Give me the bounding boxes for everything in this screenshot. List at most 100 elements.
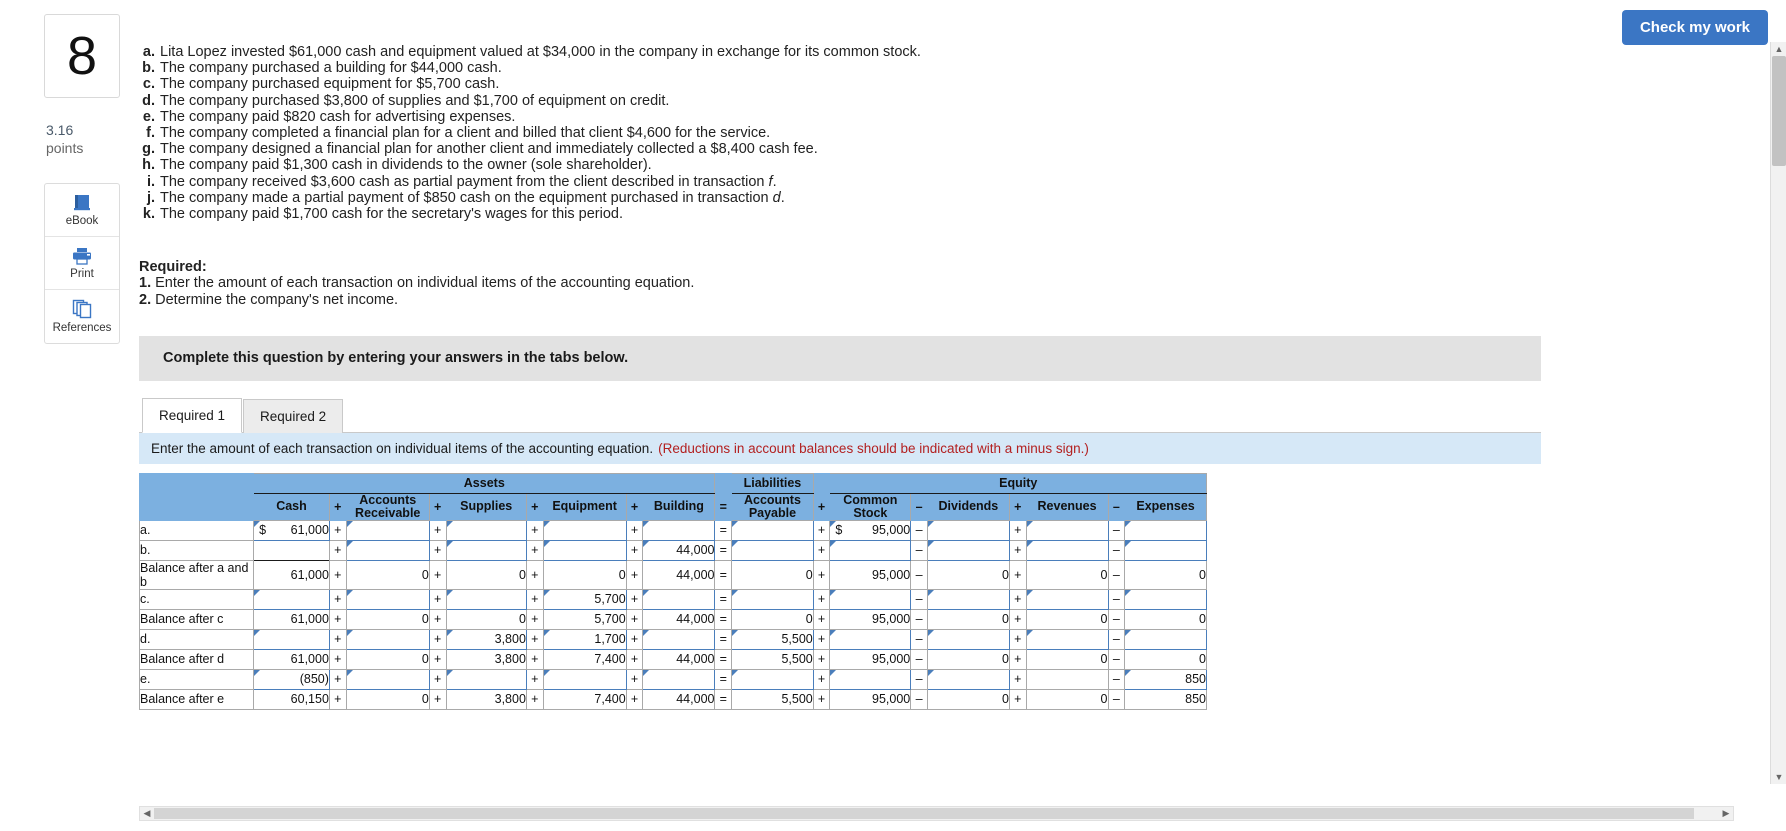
tool-print[interactable]: Print bbox=[45, 237, 119, 290]
points-block: 3.16 points bbox=[44, 122, 120, 157]
cell-input[interactable] bbox=[926, 668, 1010, 690]
transaction-text: The company paid $820 cash for advertisi… bbox=[160, 108, 516, 125]
operator-cell: + bbox=[428, 608, 447, 630]
transaction-text: The company received $3,600 cash as part… bbox=[160, 173, 777, 190]
tab-required-2[interactable]: Required 2 bbox=[243, 398, 344, 433]
cell-input[interactable] bbox=[1025, 539, 1109, 561]
transaction-list: a. Lita Lopez invested $61,000 cash and e… bbox=[139, 44, 1541, 222]
scroll-down-icon[interactable]: ▼ bbox=[1771, 770, 1786, 784]
transaction-text: The company purchased equipment for $5,7… bbox=[160, 76, 500, 93]
cell-input[interactable] bbox=[1124, 628, 1207, 650]
cell-input[interactable] bbox=[253, 628, 330, 650]
cell-input[interactable] bbox=[445, 668, 527, 690]
operator-cell: + bbox=[1008, 648, 1027, 670]
cell-input[interactable] bbox=[642, 519, 716, 541]
check-my-work-button[interactable]: Check my work bbox=[1621, 10, 1768, 45]
cell-input[interactable]: 3,800 bbox=[445, 628, 527, 650]
cell-input[interactable] bbox=[642, 588, 716, 610]
cell-input[interactable] bbox=[345, 519, 430, 541]
operator-cell: + bbox=[1008, 559, 1027, 590]
operator-cell: = bbox=[714, 648, 733, 670]
cell-input[interactable] bbox=[542, 519, 627, 541]
cell-input[interactable] bbox=[1124, 539, 1207, 561]
cell-input[interactable] bbox=[345, 628, 430, 650]
cell-input[interactable] bbox=[345, 539, 430, 561]
tab-required-1[interactable]: Required 1 bbox=[142, 397, 243, 433]
table-row: b. + + + +44,000 = + – + – bbox=[138, 539, 1207, 561]
cell-input[interactable] bbox=[731, 668, 814, 690]
cell-input[interactable] bbox=[731, 519, 814, 541]
cell-input[interactable]: 5,500 bbox=[731, 628, 814, 650]
requirement-instruction-note: (Reductions in account balances should b… bbox=[658, 440, 1089, 456]
cell-input[interactable]: (850) bbox=[253, 668, 330, 690]
operator-cell: + bbox=[812, 608, 831, 630]
cell-input[interactable] bbox=[731, 588, 814, 610]
horizontal-scroll-thumb[interactable] bbox=[154, 808, 1694, 819]
transaction-letter: d. bbox=[142, 92, 155, 109]
required-item-number: 1. bbox=[139, 275, 152, 292]
operator-cell: + bbox=[1008, 539, 1027, 561]
cell-input[interactable] bbox=[829, 588, 912, 610]
cell-input[interactable] bbox=[445, 539, 527, 561]
cell-value: 0 bbox=[731, 608, 814, 630]
cell-input[interactable] bbox=[253, 539, 330, 561]
cell-input[interactable] bbox=[542, 539, 627, 561]
cell-value: 0 bbox=[345, 608, 430, 630]
cell-input[interactable] bbox=[1025, 519, 1109, 541]
transaction-letter: j. bbox=[146, 189, 155, 206]
cell-input[interactable] bbox=[926, 628, 1010, 650]
cell-input[interactable] bbox=[926, 539, 1010, 561]
vertical-scroll-thumb[interactable] bbox=[1772, 56, 1786, 166]
cell-input[interactable] bbox=[829, 539, 912, 561]
cell-input[interactable] bbox=[926, 519, 1010, 541]
scroll-left-icon[interactable]: ◀ bbox=[140, 807, 154, 820]
horizontal-scrollbar[interactable]: ◀ ▶ bbox=[139, 806, 1734, 821]
cell-input[interactable]: 850 bbox=[1124, 668, 1207, 690]
column-header-op: – bbox=[910, 492, 928, 521]
cell-input[interactable] bbox=[642, 628, 716, 650]
cell-input[interactable] bbox=[253, 588, 330, 610]
cell-input[interactable] bbox=[345, 588, 430, 610]
operator-cell: + bbox=[328, 668, 347, 690]
cell-input[interactable]: 44,000 bbox=[642, 539, 716, 561]
cell-input[interactable] bbox=[731, 539, 814, 561]
points-label: points bbox=[46, 139, 84, 156]
operator-cell: + bbox=[428, 628, 447, 650]
scroll-right-icon[interactable]: ▶ bbox=[1719, 807, 1733, 820]
cell-input[interactable] bbox=[1025, 588, 1109, 610]
vertical-scrollbar[interactable]: ▲ ▼ bbox=[1770, 42, 1786, 784]
cell-input[interactable] bbox=[445, 588, 527, 610]
cell-input[interactable]: 5,700 bbox=[542, 588, 627, 610]
cell-input[interactable] bbox=[445, 519, 527, 541]
cell-input[interactable] bbox=[1124, 588, 1207, 610]
cell-input[interactable] bbox=[1124, 519, 1207, 541]
cell-input[interactable] bbox=[1025, 628, 1109, 650]
cell-input[interactable]: $95,000 bbox=[829, 519, 912, 541]
scroll-up-icon[interactable]: ▲ bbox=[1771, 42, 1786, 56]
transaction-ref: d bbox=[772, 189, 781, 206]
cell-input[interactable] bbox=[829, 628, 912, 650]
cell-input[interactable] bbox=[642, 668, 716, 690]
row-label: e. bbox=[138, 668, 255, 690]
worksheet-container: Assets Liabilities Equity Cash + Account… bbox=[138, 472, 1207, 710]
operator-cell: + bbox=[328, 588, 347, 610]
cell-input[interactable] bbox=[345, 668, 430, 690]
cell-input[interactable]: 1,700 bbox=[542, 628, 627, 650]
cell-input[interactable] bbox=[829, 668, 912, 690]
required-item: 2. Determine the company's net income. bbox=[139, 292, 1541, 308]
cell-value: 0 bbox=[926, 648, 1010, 670]
cell-input[interactable] bbox=[542, 668, 627, 690]
transaction-item: e. The company paid $820 cash for adverti… bbox=[139, 109, 1541, 125]
column-header-cash: Cash bbox=[253, 492, 330, 521]
cell-value: 95,000 bbox=[829, 559, 912, 590]
column-header-expenses: Expenses bbox=[1124, 492, 1207, 521]
tool-references[interactable]: References bbox=[45, 290, 119, 343]
operator-cell: + bbox=[625, 539, 644, 561]
cell-input[interactable]: $61,000 bbox=[253, 519, 330, 541]
transaction-letter: g. bbox=[142, 141, 155, 158]
operator-cell: + bbox=[625, 668, 644, 690]
transaction-letter: i. bbox=[146, 173, 155, 190]
cell-input[interactable] bbox=[926, 588, 1010, 610]
cell-value: 850 bbox=[1124, 688, 1207, 710]
tool-ebook[interactable]: eBook bbox=[45, 184, 119, 237]
